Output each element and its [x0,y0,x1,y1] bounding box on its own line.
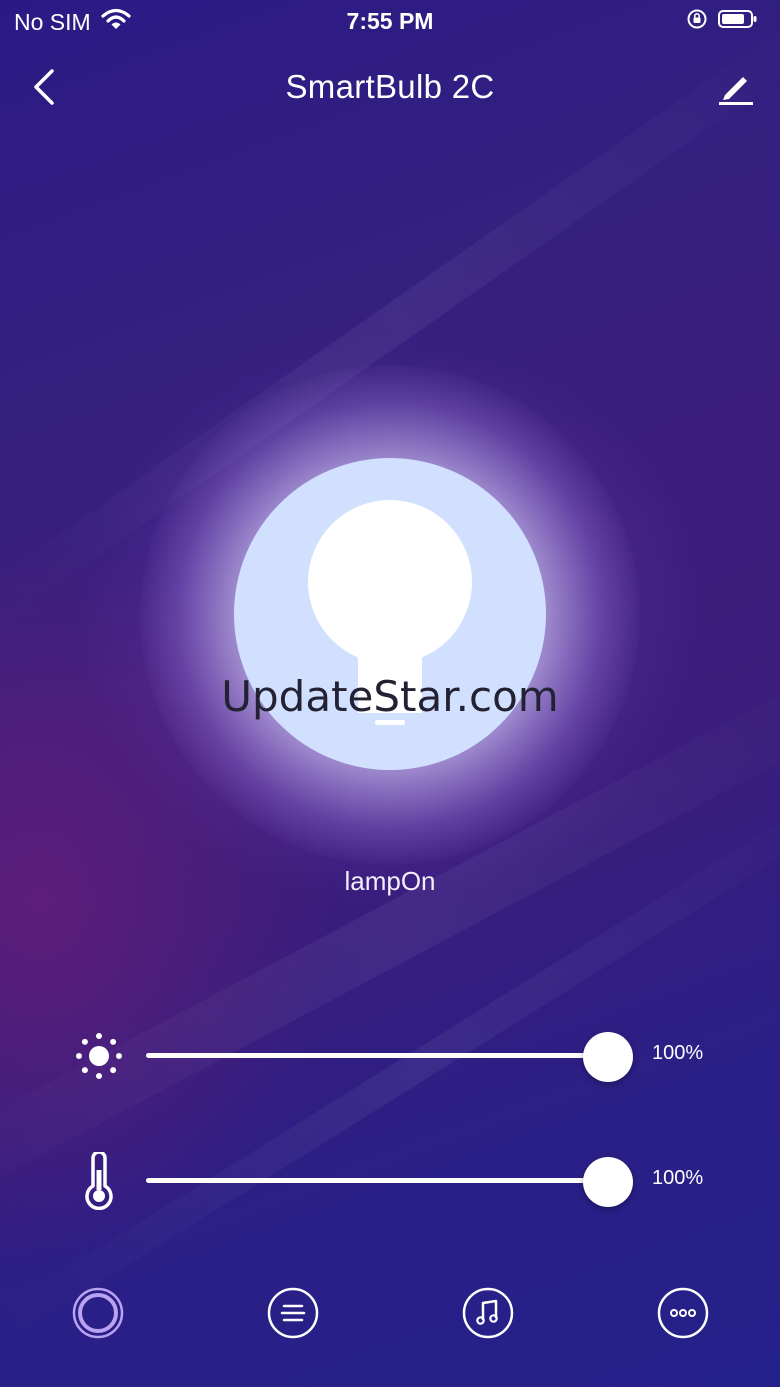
list-icon [266,1286,320,1345]
brightness-slider-track[interactable] [146,1053,608,1058]
status-bar: No SIM 7:55 PM [0,0,780,44]
watermark-text: UpdateStar.com [221,672,559,721]
nav-tab-scenes[interactable] [266,1286,320,1345]
orientation-lock-icon [686,8,708,35]
music-note-icon [461,1286,515,1345]
nav-tab-color[interactable] [71,1286,125,1345]
brightness-value: 100% [652,1042,704,1064]
lamp-status-label: lampOn [344,866,436,896]
page-title: SmartBulb 2C [285,68,495,105]
bottom-nav [0,1286,780,1345]
lamp-power-button[interactable] [234,458,546,770]
edit-button[interactable] [714,62,758,116]
more-dots-icon [656,1286,710,1345]
sun-icon [72,1026,126,1086]
brightness-slider-row: 100% [0,1026,780,1086]
status-time: 7:55 PM [346,8,434,34]
nav-tab-more[interactable] [656,1286,710,1345]
nav-tab-music[interactable] [461,1286,515,1345]
brightness-slider-thumb[interactable] [583,1032,633,1082]
temperature-slider-row: 100% [0,1151,780,1211]
pencil-icon [717,68,755,111]
battery-icon [718,8,758,35]
status-right [686,8,758,35]
temperature-value: 100% [652,1167,704,1189]
circle-ring-icon [71,1286,125,1345]
smartbulb-screen: No SIM 7:55 PM SmartBulb 2C UpdateStar.c… [0,0,780,1387]
temperature-slider-thumb[interactable] [583,1157,633,1207]
temperature-slider-track[interactable] [146,1178,608,1183]
thermometer-icon [72,1151,126,1211]
lightbulb-icon [234,458,546,770]
